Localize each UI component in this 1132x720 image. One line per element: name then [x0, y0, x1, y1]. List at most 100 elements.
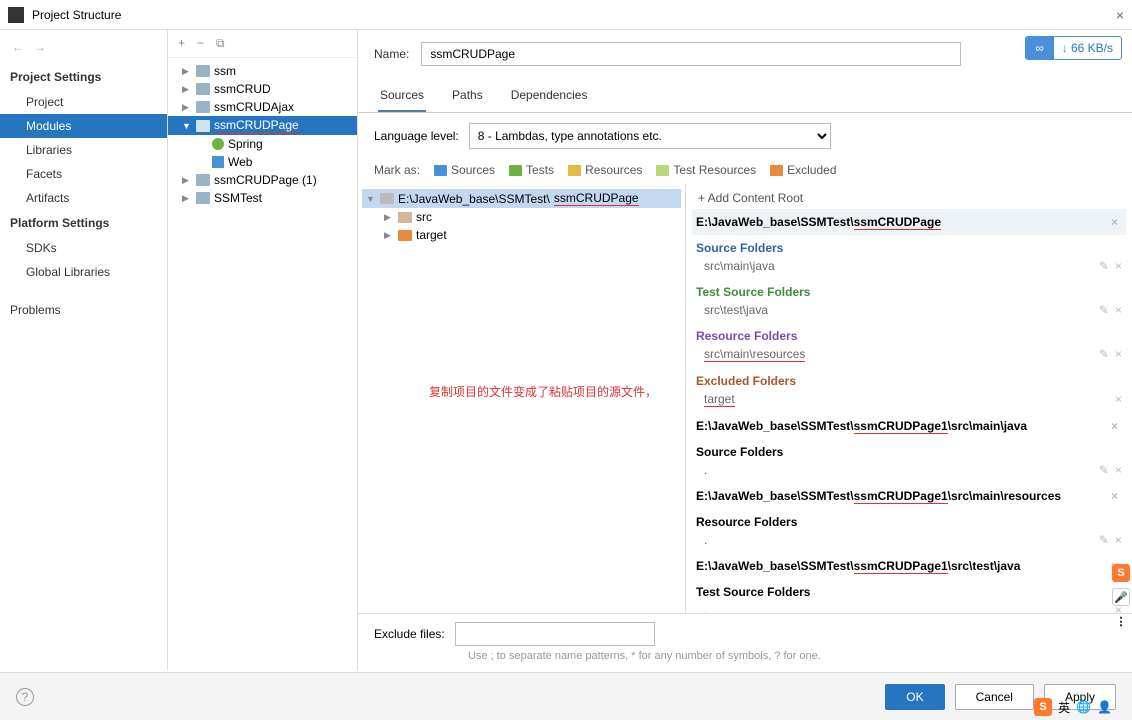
- edit-icon[interactable]: ✎: [1099, 347, 1109, 362]
- exclude-hint: Use ; to separate name patterns, * for a…: [358, 648, 1132, 670]
- module-ssmCRUD[interactable]: ▶ssmCRUD: [168, 80, 357, 98]
- edit-icon[interactable]: ✎: [1099, 463, 1109, 477]
- nav-problems[interactable]: Problems: [0, 298, 167, 322]
- nav-global-libraries[interactable]: Global Libraries: [0, 260, 167, 284]
- name-input[interactable]: [421, 42, 961, 66]
- nav-back-icon[interactable]: ←: [12, 40, 24, 54]
- source-folder-tree: ▼ E:\JavaWeb_base\SSMTest\ssmCRUDPage ▶s…: [358, 183, 686, 613]
- tree-remove-icon[interactable]: −: [197, 36, 204, 51]
- remove-icon[interactable]: ×: [1115, 303, 1122, 317]
- tray-globe-icon[interactable]: 🌐: [1076, 700, 1091, 714]
- nav-artifacts[interactable]: Artifacts: [0, 186, 167, 210]
- remove-root-icon[interactable]: ×: [1107, 419, 1122, 433]
- content-root-header[interactable]: E:\JavaWeb_base\SSMTest\ssmCRUDPage1\src…: [692, 483, 1126, 509]
- dialog-footer: ? OK Cancel Apply: [0, 672, 1132, 720]
- content-root-header[interactable]: E:\JavaWeb_base\SSMTest\ssmCRUDPage1\src…: [692, 553, 1126, 579]
- folder-section-header: Test Source Folders: [692, 279, 1126, 301]
- nav-modules[interactable]: Modules: [0, 114, 167, 138]
- nav-sdks[interactable]: SDKs: [0, 236, 167, 260]
- content-pane: ∞ ↓ 66 KB/s Name: Sources Paths Dependen…: [358, 30, 1132, 670]
- folder-path[interactable]: .×: [692, 601, 1126, 613]
- markas-tests[interactable]: Tests: [509, 163, 554, 177]
- module-Web[interactable]: Web: [168, 153, 357, 171]
- close-icon[interactable]: ×: [1116, 7, 1124, 23]
- nav-libraries[interactable]: Libraries: [0, 138, 167, 162]
- folder-src[interactable]: ▶src: [362, 208, 681, 226]
- folder-section-header: Source Folders: [692, 439, 1126, 461]
- folder-icon: [398, 212, 412, 223]
- content-root-header[interactable]: E:\JavaWeb_base\SSMTest\ssmCRUDPage×: [692, 209, 1126, 235]
- menu-icon[interactable]: ⋮: [1112, 612, 1130, 630]
- nav-forward-icon[interactable]: →: [34, 40, 46, 54]
- module-icon: [196, 192, 210, 204]
- module-icon: [196, 174, 210, 186]
- remove-icon[interactable]: ×: [1115, 347, 1122, 362]
- folder-path[interactable]: target×: [692, 390, 1126, 413]
- folder-section-header: Resource Folders: [692, 509, 1126, 531]
- folder-icon: [380, 193, 394, 204]
- module-ssmCRUDPage[interactable]: ▼ssmCRUDPage: [168, 116, 357, 135]
- tree-copy-icon[interactable]: ⧉: [216, 36, 225, 51]
- markas-test-resources[interactable]: Test Resources: [656, 163, 756, 177]
- folder-path[interactable]: .✎×: [692, 531, 1126, 553]
- annotation-note: 复制项目的文件变成了粘贴项目的源文件，: [418, 383, 668, 400]
- module-icon: [196, 83, 210, 95]
- module-ssmCRUDPage-1-[interactable]: ▶ssmCRUDPage (1): [168, 171, 357, 189]
- ok-button[interactable]: OK: [885, 684, 944, 710]
- section-platform-settings: Platform Settings: [0, 210, 167, 236]
- window-title: Project Structure: [32, 8, 121, 22]
- tab-dependencies[interactable]: Dependencies: [509, 82, 590, 112]
- folder-section-header: Test Source Folders: [692, 579, 1126, 601]
- edit-icon[interactable]: ✎: [1099, 259, 1109, 273]
- ime-s-icon[interactable]: S: [1034, 698, 1052, 716]
- ime-s-icon[interactable]: S: [1112, 564, 1130, 582]
- remove-icon[interactable]: ×: [1115, 533, 1122, 547]
- markas-label: Mark as:: [374, 163, 420, 177]
- module-SSMTest[interactable]: ▶SSMTest: [168, 189, 357, 207]
- edit-icon[interactable]: ✎: [1099, 533, 1109, 547]
- cancel-button[interactable]: Cancel: [955, 684, 1034, 710]
- folder-path[interactable]: src\main\java✎×: [692, 257, 1126, 279]
- remove-root-icon[interactable]: ×: [1107, 215, 1122, 229]
- content-roots-pane: + Add Content Root E:\JavaWeb_base\SSMTe…: [686, 183, 1132, 613]
- module-icon: [196, 101, 210, 113]
- tab-paths[interactable]: Paths: [450, 82, 485, 112]
- content-root-row[interactable]: ▼ E:\JavaWeb_base\SSMTest\ssmCRUDPage: [362, 189, 681, 208]
- app-icon: [8, 7, 24, 23]
- remove-root-icon[interactable]: ×: [1107, 489, 1122, 503]
- remove-icon[interactable]: ×: [1115, 463, 1122, 477]
- content-root-header[interactable]: E:\JavaWeb_base\SSMTest\ssmCRUDPage1\src…: [692, 413, 1126, 439]
- markas-excluded[interactable]: Excluded: [770, 163, 836, 177]
- folder-section-header: Resource Folders: [692, 323, 1126, 345]
- folder-path[interactable]: src\main\resources✎×: [692, 345, 1126, 368]
- taskbar-tray: S 英 🌐 👤: [1034, 698, 1112, 716]
- folder-path[interactable]: src\test\java✎×: [692, 301, 1126, 323]
- tray-person-icon[interactable]: 👤: [1097, 700, 1112, 714]
- module-Spring[interactable]: Spring: [168, 135, 357, 153]
- module-ssmCRUDAjax[interactable]: ▶ssmCRUDAjax: [168, 98, 357, 116]
- nav-project[interactable]: Project: [0, 90, 167, 114]
- titlebar: Project Structure ×: [0, 0, 1132, 30]
- help-icon[interactable]: ?: [16, 688, 34, 706]
- folder-target[interactable]: ▶target: [362, 226, 681, 244]
- exclude-files-input[interactable]: [455, 622, 655, 646]
- edit-icon[interactable]: ✎: [1099, 303, 1109, 317]
- markas-resources[interactable]: Resources: [568, 163, 642, 177]
- speed-badge: ∞ ↓ 66 KB/s: [1025, 36, 1122, 60]
- ime-lang-icon[interactable]: 英: [1058, 699, 1070, 716]
- tab-sources[interactable]: Sources: [378, 82, 426, 112]
- module-icon: [196, 65, 210, 77]
- remove-icon[interactable]: ×: [1115, 259, 1122, 273]
- mic-icon[interactable]: 🎤: [1112, 588, 1130, 606]
- markas-sources[interactable]: Sources: [434, 163, 495, 177]
- language-level-select[interactable]: 8 - Lambdas, type annotations etc.: [469, 123, 831, 149]
- nav-facets[interactable]: Facets: [0, 162, 167, 186]
- add-content-root[interactable]: + Add Content Root: [692, 187, 1126, 209]
- exclude-files-label: Exclude files:: [374, 627, 445, 641]
- name-label: Name:: [374, 47, 409, 61]
- section-project-settings: Project Settings: [0, 64, 167, 90]
- folder-path[interactable]: .✎×: [692, 461, 1126, 483]
- module-ssm[interactable]: ▶ssm: [168, 62, 357, 80]
- remove-icon[interactable]: ×: [1115, 392, 1122, 407]
- tree-add-icon[interactable]: +: [178, 36, 185, 51]
